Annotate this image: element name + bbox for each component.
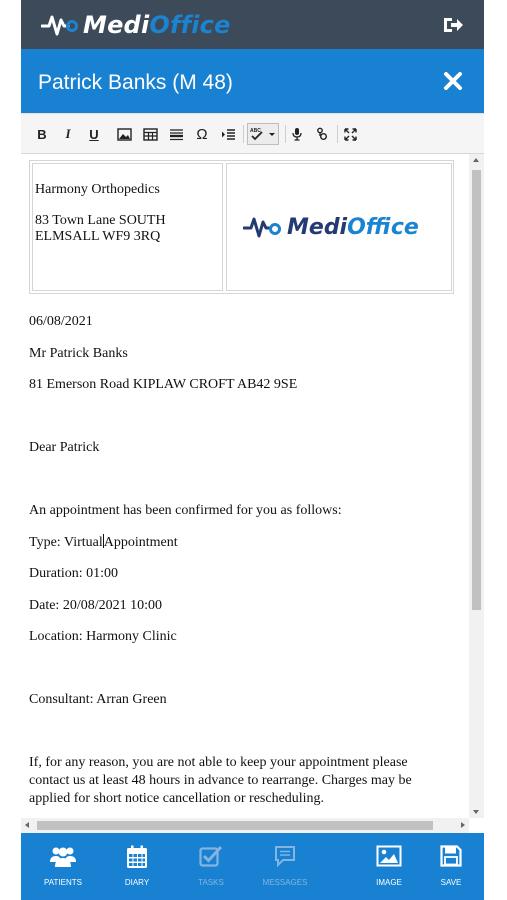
nav-image[interactable]: IMAGE xyxy=(354,833,424,900)
maximize-icon xyxy=(343,127,357,141)
table-icon xyxy=(142,127,158,141)
close-icon xyxy=(444,72,462,90)
intro-text: An appointment has been confirmed for yo… xyxy=(29,503,342,518)
horizontal-scrollbar[interactable] xyxy=(21,818,469,833)
save-floppy-icon xyxy=(440,845,462,867)
spellcheck-icon: ABC xyxy=(250,128,275,141)
logout-icon xyxy=(444,18,463,32)
template-fields-button[interactable] xyxy=(313,123,331,145)
messages-icon xyxy=(275,846,295,867)
insert-image-button[interactable] xyxy=(115,123,133,145)
letter-date: 06/08/2021 xyxy=(29,314,93,329)
scroll-down-arrow-icon[interactable] xyxy=(473,810,479,814)
bold-button[interactable]: B xyxy=(35,123,49,145)
svg-text:ABC: ABC xyxy=(250,128,261,134)
heartbeat-logo-icon xyxy=(243,217,281,238)
maximize-button[interactable] xyxy=(341,123,359,145)
indent-button[interactable] xyxy=(219,123,237,145)
recipient-name: Mr Patrick Banks xyxy=(29,346,128,361)
scroll-right-arrow-icon[interactable] xyxy=(461,822,465,828)
image-icon xyxy=(116,127,132,141)
appointment-location: Location: Harmony Clinic xyxy=(29,629,177,644)
toolbar-separator xyxy=(285,125,286,143)
nav-image-label: IMAGE xyxy=(376,878,402,887)
vertical-scrollbar[interactable] xyxy=(469,154,484,818)
italic-button[interactable]: I xyxy=(61,123,75,145)
salutation: Dear Patrick xyxy=(29,440,100,455)
patient-header: Patrick Banks (M 48) xyxy=(21,49,484,113)
letter-header-table: Harmony Orthopedics 83 Town Lane SOUTH E… xyxy=(29,160,454,294)
editor-toolbar: B I U Ω ABC xyxy=(21,113,484,154)
spellcheck-dropdown[interactable]: ABC xyxy=(247,123,279,145)
app-container: MediOffice Patrick Banks (M 48) B I U Ω … xyxy=(21,0,484,900)
patients-icon xyxy=(50,847,76,867)
insert-table-button[interactable] xyxy=(141,123,159,145)
practice-logo-cell: MediOffice xyxy=(226,163,452,291)
close-button[interactable] xyxy=(442,70,464,92)
horizontal-rule-icon xyxy=(169,128,183,140)
horizontal-scroll-thumb[interactable] xyxy=(37,821,433,830)
closing-paragraph: If, for any reason, you are not able to … xyxy=(29,755,412,806)
scroll-left-arrow-icon[interactable] xyxy=(25,822,29,828)
brand-logo: MediOffice xyxy=(41,9,231,41)
practice-address-line-1: 83 Town Lane SOUTH xyxy=(35,213,166,228)
brand-text-medi: Medi xyxy=(83,11,150,39)
nav-tasks[interactable]: TASKS xyxy=(176,833,246,900)
top-bar: MediOffice xyxy=(21,0,484,49)
special-character-button[interactable]: Ω xyxy=(193,123,211,145)
nav-patients-label: PATIENTS xyxy=(44,878,82,887)
toolbar-separator xyxy=(243,125,244,143)
underline-button[interactable]: U xyxy=(87,123,101,145)
appointment-consultant: Consultant: Arran Green xyxy=(29,692,167,707)
logout-button[interactable] xyxy=(442,15,464,35)
toolbar-separator xyxy=(337,125,338,143)
practice-address-cell: Harmony Orthopedics 83 Town Lane SOUTH E… xyxy=(32,163,223,291)
appointment-type: Type: VirtualAppointment xyxy=(29,534,178,552)
practice-address-line-2: ELMSALL WF9 3RQ xyxy=(35,229,161,244)
horizontal-rule-button[interactable] xyxy=(167,123,185,145)
nav-patients[interactable]: PATIENTS xyxy=(28,833,98,900)
image-icon xyxy=(376,845,402,867)
patient-title: Patrick Banks (M 48) xyxy=(38,71,233,94)
nav-diary[interactable]: DIARY xyxy=(102,833,172,900)
bottom-navigation: PATIENTS DIARY TASKS MESSAGES IMAGE SAVE xyxy=(21,833,484,900)
calendar-icon xyxy=(127,845,147,868)
logo-text-office: Office xyxy=(347,214,419,240)
vertical-scroll-thumb[interactable] xyxy=(472,170,481,610)
nav-tasks-label: TASKS xyxy=(198,878,224,887)
nav-save-label: SAVE xyxy=(440,878,462,887)
nav-messages[interactable]: MESSAGES xyxy=(250,833,320,900)
merge-field-icon xyxy=(316,127,327,140)
nav-messages-label: MESSAGES xyxy=(262,878,308,887)
heartbeat-logo-icon xyxy=(41,15,78,36)
dictation-button[interactable] xyxy=(288,123,306,145)
recipient-address: 81 Emerson Road KIPLAW CROFT AB42 9SE xyxy=(29,377,298,392)
scroll-up-arrow-icon[interactable] xyxy=(473,158,479,162)
appointment-type-prefix: Type: Virtual xyxy=(29,535,103,550)
appointment-date: Date: 20/08/2021 10:00 xyxy=(29,598,162,613)
brand-text-office: Office xyxy=(149,11,231,39)
practice-name: Harmony Orthopedics xyxy=(35,182,160,197)
nav-save[interactable]: SAVE xyxy=(416,833,486,900)
letter-logo: MediOffice xyxy=(243,214,419,240)
appointment-duration: Duration: 01:00 xyxy=(29,566,119,581)
letter-editor[interactable]: Harmony Orthopedics 83 Town Lane SOUTH E… xyxy=(21,154,484,818)
appointment-type-suffix: Appointment xyxy=(103,535,178,550)
microphone-icon xyxy=(292,128,302,141)
tasks-checkbox-icon xyxy=(199,845,223,867)
nav-diary-label: DIARY xyxy=(124,878,150,887)
logo-text-medi: Medi xyxy=(287,214,348,240)
indent-icon xyxy=(221,128,235,140)
